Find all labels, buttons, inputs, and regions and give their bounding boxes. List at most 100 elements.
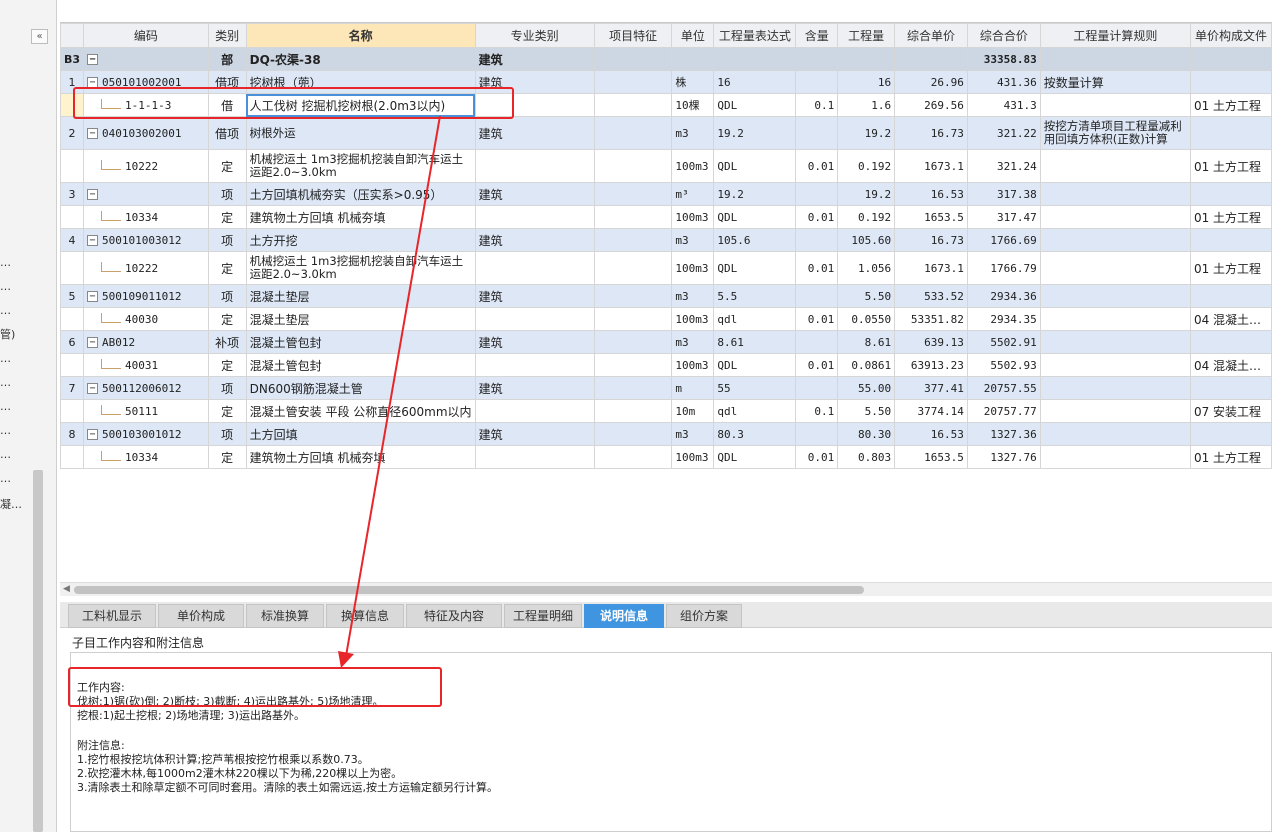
cell-content[interactable]: [795, 70, 839, 94]
cell-code[interactable]: 40030: [83, 307, 209, 331]
cell-total[interactable]: 431.3: [966, 93, 1041, 117]
cell-file[interactable]: [1189, 116, 1272, 150]
cell-qty[interactable]: 5.50: [837, 399, 896, 423]
cell-code[interactable]: − AB012: [83, 330, 209, 354]
table-row[interactable]: 7−500112006012 项 DN600钢筋混凝土管 建筑 m 55 55.00 377.…: [60, 376, 1272, 400]
column-header[interactable]: 编码: [83, 23, 209, 48]
cell-code[interactable]: 40031: [83, 353, 209, 377]
cell-file[interactable]: 01 土方工程: [1189, 149, 1272, 183]
collapse-tree-icon[interactable]: −: [87, 54, 99, 65]
cell-major[interactable]: [474, 399, 595, 423]
cell-code[interactable]: 10334: [83, 205, 209, 229]
cell-unit[interactable]: 100m3: [671, 149, 715, 183]
cell-name[interactable]: 土方开挖: [245, 228, 476, 252]
cell-content[interactable]: [795, 284, 839, 308]
cell-rule[interactable]: 按数量计算: [1039, 70, 1191, 94]
cell-rule[interactable]: [1039, 182, 1191, 206]
left-panel-item[interactable]: …: [0, 304, 26, 317]
left-panel-item[interactable]: …: [0, 376, 26, 389]
column-header[interactable]: 单位: [671, 23, 715, 48]
cell-expr[interactable]: QDL: [713, 205, 797, 229]
collapse-tree-icon[interactable]: −: [87, 337, 99, 348]
cell-qty[interactable]: 1.056: [837, 251, 896, 285]
cell-feature[interactable]: [593, 251, 673, 285]
cell-rule[interactable]: [1039, 251, 1191, 285]
cell-total[interactable]: 431.36: [966, 70, 1041, 94]
cell-price[interactable]: 16.73: [894, 116, 968, 150]
cell-feature[interactable]: [593, 353, 673, 377]
cell-major[interactable]: 建筑: [474, 330, 595, 354]
cell-content[interactable]: 0.01: [795, 307, 839, 331]
cell-expr[interactable]: [713, 47, 797, 71]
cell-no[interactable]: [60, 205, 85, 229]
cell-file[interactable]: [1189, 284, 1272, 308]
cell-feature[interactable]: [593, 399, 673, 423]
cell-cat[interactable]: 借项: [207, 70, 247, 94]
cell-unit[interactable]: m3: [671, 330, 715, 354]
cell-feature[interactable]: [593, 422, 673, 446]
cell-expr[interactable]: QDL: [713, 93, 797, 117]
cell-unit[interactable]: 100m3: [671, 205, 715, 229]
cell-major[interactable]: [474, 205, 595, 229]
cell-total[interactable]: 20757.77: [966, 399, 1041, 423]
cell-expr[interactable]: 19.2: [713, 116, 797, 150]
left-panel-item[interactable]: 管): [0, 326, 26, 342]
cell-cat[interactable]: 定: [207, 251, 247, 285]
cell-unit[interactable]: m³: [671, 182, 715, 206]
cell-price[interactable]: 1653.5: [894, 445, 968, 469]
cell-rule[interactable]: 按挖方清单项目工程量减利用回填方体积(正数)计算: [1039, 116, 1191, 150]
table-row[interactable]: 3− 项土方回填机械夯实（压实系>0.95） 建筑 m³ 19.2 19.2 16.53 31…: [60, 182, 1272, 206]
cell-expr[interactable]: 8.61: [713, 330, 797, 354]
cell-cat[interactable]: 定: [207, 353, 247, 377]
cell-price[interactable]: 16.73: [894, 228, 968, 252]
collapse-tree-icon[interactable]: −: [87, 128, 99, 139]
cell-price[interactable]: 26.96: [894, 70, 968, 94]
cell-name[interactable]: DN600钢筋混凝土管: [245, 376, 476, 400]
cell-cat[interactable]: 定: [207, 307, 247, 331]
cell-unit[interactable]: 100m3: [671, 353, 715, 377]
cell-name[interactable]: 土方回填机械夯实（压实系>0.95）: [245, 182, 476, 206]
cell-name[interactable]: 树根外运: [245, 116, 476, 150]
cell-qty[interactable]: 0.0550: [837, 307, 896, 331]
cell-file[interactable]: 01 土方工程: [1189, 205, 1272, 229]
table-row[interactable]: 10334 定建筑物土方回填 机械夯填 100m3 QDL 0.01 0.192 1653.…: [60, 205, 1272, 229]
cell-code[interactable]: −500112006012: [83, 376, 209, 400]
cell-qty[interactable]: 19.2: [837, 182, 896, 206]
cell-price[interactable]: 1673.1: [894, 251, 968, 285]
cell-no[interactable]: 2: [60, 116, 85, 150]
cell-qty[interactable]: 55.00: [837, 376, 896, 400]
cell-file[interactable]: 07 安装工程: [1189, 399, 1272, 423]
cell-total[interactable]: 1327.36: [966, 422, 1041, 446]
cell-price[interactable]: 377.41: [894, 376, 968, 400]
cell-code[interactable]: 10222: [83, 149, 209, 183]
cell-major[interactable]: 建筑: [474, 284, 595, 308]
cell-total[interactable]: 1327.76: [966, 445, 1041, 469]
cell-major[interactable]: [474, 445, 595, 469]
cell-rule[interactable]: [1039, 307, 1191, 331]
cell-cat[interactable]: 借项: [207, 116, 247, 150]
cell-major[interactable]: [474, 251, 595, 285]
cell-qty[interactable]: 8.61: [837, 330, 896, 354]
cell-expr[interactable]: QDL: [713, 353, 797, 377]
cell-total[interactable]: 33358.83: [966, 47, 1041, 71]
cell-qty[interactable]: 105.60: [837, 228, 896, 252]
cell-name[interactable]: 建筑物土方回填 机械夯填: [245, 445, 476, 469]
cell-name[interactable]: 混凝土垫层: [245, 284, 476, 308]
cell-name[interactable]: 人工伐树 挖掘机挖树根(2.0m3以内): [245, 93, 476, 117]
tab-item[interactable]: 工程量明细: [504, 604, 582, 628]
cell-price[interactable]: 16.53: [894, 182, 968, 206]
cell-name[interactable]: 机械挖运土 1m3挖掘机挖装自卸汽车运土 运距2.0~3.0km: [245, 251, 476, 285]
cell-unit[interactable]: [671, 47, 715, 71]
cell-expr[interactable]: 80.3: [713, 422, 797, 446]
cell-no[interactable]: 3: [60, 182, 85, 206]
left-panel-item[interactable]: …: [0, 352, 26, 365]
cell-feature[interactable]: [593, 182, 673, 206]
table-row[interactable]: 10222 定机械挖运土 1m3挖掘机挖装自卸汽车运土 运距2.0~3.0km 10…: [60, 251, 1272, 285]
cell-code[interactable]: −: [83, 182, 209, 206]
cell-content[interactable]: [795, 330, 839, 354]
cell-file[interactable]: 04 混凝土…: [1189, 353, 1272, 377]
cell-cat[interactable]: 项: [207, 182, 247, 206]
cell-qty[interactable]: 0.192: [837, 205, 896, 229]
cell-file[interactable]: 04 混凝土…: [1189, 307, 1272, 331]
cell-code[interactable]: −: [83, 47, 209, 71]
